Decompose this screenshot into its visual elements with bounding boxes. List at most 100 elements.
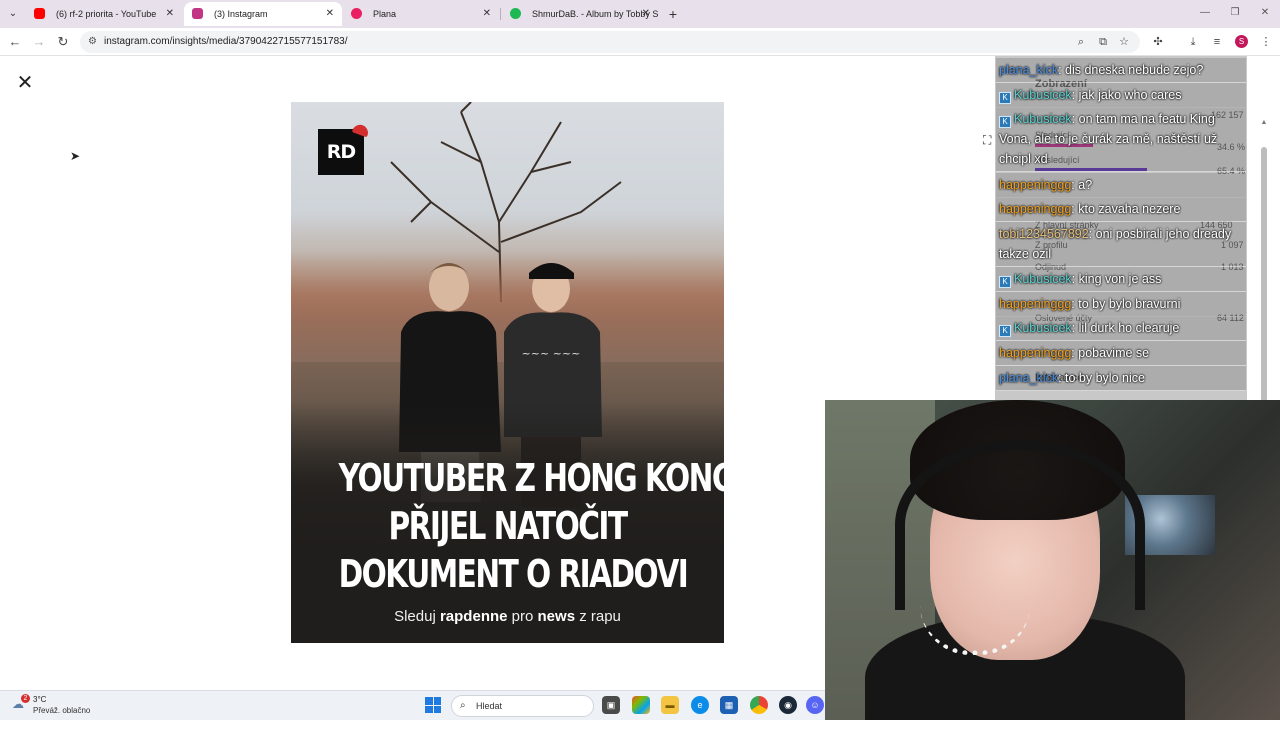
chrome-icon[interactable]	[750, 696, 768, 714]
browser-toolbar: ← → ↻ ⚙ instagram.com/insights/media/379…	[0, 28, 1280, 56]
headset-icon	[895, 440, 1145, 610]
kick-badge-icon: K	[999, 92, 1011, 104]
address-bar[interactable]: ⚙ instagram.com/insights/media/379042271…	[80, 31, 1140, 53]
tab-spotify[interactable]: ShmurDaB. - Album by Tobby S ✕	[502, 2, 658, 26]
subline-part: pro	[511, 608, 534, 625]
chat-username: Kubusicek	[1014, 88, 1072, 102]
chat-message: K Kubusicek: jak jako who cares	[996, 83, 1246, 108]
logo-text: RD	[326, 141, 356, 163]
browser-tab-strip: ⌄ (6) rf-2 priorita - YouTube ✕ (3) Inst…	[0, 0, 1280, 28]
scroll-up-icon[interactable]: ▲	[1260, 119, 1268, 126]
chat-text: : lil durk ho clearuje	[1071, 321, 1180, 335]
close-tab-icon[interactable]: ✕	[642, 2, 650, 26]
rapdenne-logo: RD	[318, 122, 371, 175]
tab-plana-label: Plana	[373, 9, 397, 19]
site-info-icon[interactable]: ⚙	[88, 36, 97, 47]
bookmark-star-icon[interactable]: ☆	[1116, 34, 1132, 50]
reload-icon[interactable]: ↻	[54, 33, 72, 51]
chat-message: happeninggg: a?	[996, 173, 1246, 198]
chat-message: happeninggg: pobavime se	[996, 341, 1246, 366]
close-tab-icon[interactable]: ✕	[483, 2, 491, 26]
kick-badge-icon: K	[999, 325, 1011, 337]
microsoft-store-icon[interactable]: ▦	[720, 696, 738, 714]
chat-username: happeninggg	[999, 297, 1072, 311]
discord-icon[interactable]: ☺	[806, 696, 824, 714]
plana-favicon-icon	[351, 8, 362, 19]
chat-text: : jak jako who cares	[1071, 88, 1182, 102]
subline-news: news	[537, 608, 576, 625]
chat-text: : pobavime se	[1071, 346, 1150, 360]
santa-hat-icon	[351, 122, 371, 138]
headline-line-1: YOUTUBER Z HONG KONGU	[338, 456, 724, 500]
chat-message: tobi1234567892: oni posbirali jeho dread…	[996, 222, 1246, 267]
downloads-icon[interactable]: ⤓	[1185, 34, 1201, 50]
kick-badge-icon: K	[999, 116, 1011, 128]
search-placeholder: Hledat	[476, 701, 503, 711]
restore-icon[interactable]: ❐	[1220, 4, 1250, 22]
chat-text: : to by bylo nice	[1058, 371, 1145, 385]
chat-username: Kubusicek	[1014, 321, 1072, 335]
chat-message: happeninggg: to by bylo bravurni	[996, 292, 1246, 317]
file-explorer-icon[interactable]: ▬	[661, 696, 679, 714]
taskbar-search[interactable]: ⌕ Hledat	[451, 695, 594, 717]
forward-arrow-icon[interactable]: →	[30, 33, 48, 51]
headline-line-3: DOKUMENT O RIADOVI	[338, 552, 689, 596]
chat-message: K Kubusicek: lil durk ho clearuje	[996, 316, 1246, 341]
window-close-icon[interactable]: ✕	[1250, 4, 1280, 22]
edge-browser-icon[interactable]: e	[691, 696, 709, 714]
tab-search-chevron-icon[interactable]: ⌄	[4, 5, 22, 23]
extensions-puzzle-icon[interactable]: ✣	[1150, 34, 1166, 50]
post-subline: Sleduj rapdenne pro news z rapu	[291, 608, 724, 625]
copilot-icon[interactable]	[632, 696, 650, 714]
chat-username: plana_kick	[999, 63, 1059, 77]
instagram-favicon-icon	[192, 8, 203, 19]
close-tab-icon[interactable]: ✕	[166, 2, 174, 26]
youtube-favicon-icon	[34, 8, 45, 19]
chat-username: happeninggg	[999, 202, 1072, 216]
headline-line-2: PŘIJEL NATOČIT	[388, 504, 628, 548]
chat-text: : a?	[1071, 178, 1093, 192]
minimize-icon[interactable]: —	[1190, 4, 1220, 22]
webcam-overlay	[825, 400, 1280, 720]
weather-description[interactable]: Převáž. oblačno	[33, 706, 90, 715]
stream-chat-overlay: Zobrazení 162 157 Sledující 34.6 % Nesle…	[995, 56, 1247, 400]
chat-message: happeninggg: kto zavaha nezere	[996, 197, 1246, 222]
tab-spotify-label: ShmurDaB. - Album by Tobby S	[532, 9, 658, 19]
tab-instagram[interactable]: (3) Instagram ✕	[184, 2, 342, 26]
install-app-icon[interactable]: ⧉	[1095, 34, 1111, 50]
weather-temperature[interactable]: 3°C	[33, 695, 46, 704]
zoom-icon[interactable]: ⌕	[1073, 34, 1089, 50]
steam-icon[interactable]: ◉	[779, 696, 797, 714]
tab-separator	[500, 8, 501, 20]
windows-taskbar: ☁ 2 3°C Převáž. oblačno ⌕ Hledat ▣ ▬ e ▦…	[0, 690, 825, 720]
chat-message: plana_kick: to by bylo nice	[996, 366, 1246, 391]
spotify-favicon-icon	[510, 8, 521, 19]
chat-message: K Kubusicek: king von je ass	[996, 267, 1246, 292]
chat-username: happeninggg	[999, 346, 1072, 360]
kick-badge-icon: K	[999, 276, 1011, 288]
chat-username: tobi1234567892	[999, 227, 1089, 241]
subline-handle: rapdenne	[439, 608, 508, 625]
windows-start-icon[interactable]	[425, 697, 441, 713]
chat-username: Kubusicek	[1014, 272, 1072, 286]
task-view-icon[interactable]: ▣	[602, 696, 620, 714]
chat-message: K Kubusicek: on tam ma na featu King Vona…	[996, 107, 1246, 172]
chat-text: : kto zavaha nezere	[1071, 202, 1181, 216]
search-icon: ⌕	[460, 700, 466, 711]
new-tab-plus-icon[interactable]: +	[664, 5, 682, 23]
mouse-pointer-icon: ➤	[70, 149, 81, 163]
close-tab-icon[interactable]: ✕	[326, 2, 334, 26]
tab-youtube-label: (6) rf-2 priorita - YouTube	[56, 9, 157, 19]
kebab-menu-icon[interactable]: ⋮	[1258, 34, 1274, 50]
tab-youtube[interactable]: (6) rf-2 priorita - YouTube ✕	[26, 2, 182, 26]
back-arrow-icon[interactable]: ←	[6, 33, 24, 51]
weather-notification-badge: 2	[21, 694, 30, 703]
subline-part: Sleduj	[394, 608, 436, 625]
address-url[interactable]: instagram.com/insights/media/37904227155…	[104, 36, 348, 47]
chat-text: : dis dneska nebude zejo?	[1058, 63, 1204, 77]
tab-plana[interactable]: Plana ✕	[343, 2, 499, 26]
post-image: ~~~ ~~~ RD YOUTUBER Z HONG KONGU PŘIJEL …	[291, 102, 724, 643]
close-modal-icon[interactable]: ✕	[16, 73, 34, 93]
profile-avatar[interactable]: S	[1235, 35, 1248, 48]
reading-list-icon[interactable]: ≡	[1209, 34, 1225, 50]
